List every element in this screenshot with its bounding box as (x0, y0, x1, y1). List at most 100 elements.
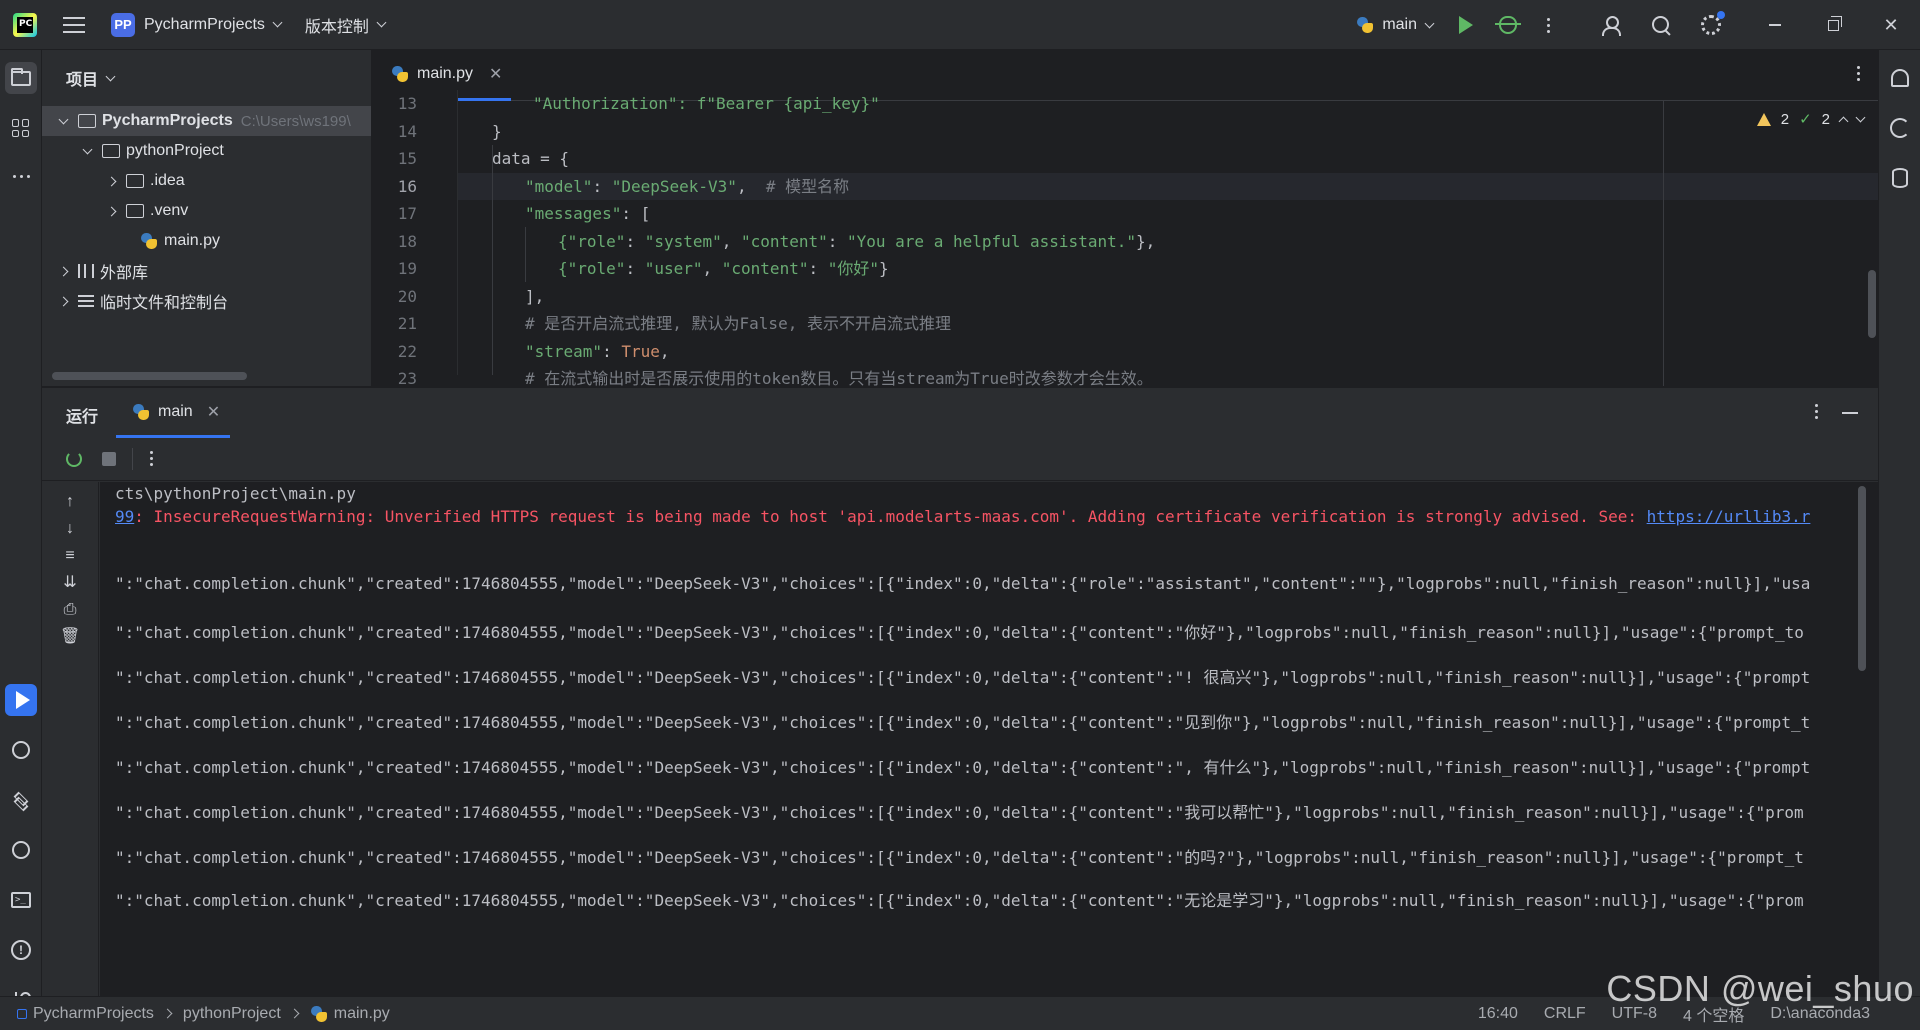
console-side-toolbar: ↑ ↓ ≡ ⇊ ⎙ 🗑 (42, 482, 99, 997)
breadcrumb-item[interactable]: PycharmProjects (33, 1005, 154, 1023)
more-tools-button[interactable] (5, 160, 37, 192)
console-output[interactable]: cts\pythonProject\main.py 99: InsecureRe… (100, 482, 1878, 997)
right-margin-guide (1663, 101, 1664, 386)
run-config-label: main (1382, 16, 1417, 33)
database-button[interactable] (1884, 162, 1916, 194)
settings-button[interactable] (1686, 0, 1736, 50)
code-area[interactable]: "Authorization": f"Bearer {api_key}" } d… (458, 90, 1878, 386)
console-scrollbar[interactable] (1858, 486, 1866, 671)
module-icon (17, 1008, 27, 1019)
layers-icon (12, 791, 30, 812)
tree-item-pythonproject[interactable]: pythonProject (42, 136, 371, 166)
console-source-link[interactable]: 99 (115, 507, 134, 526)
warning-icon (1756, 112, 1771, 126)
project-switcher[interactable]: PycharmProjects (135, 0, 283, 49)
horizontal-scrollbar[interactable] (52, 372, 247, 380)
ai-assistant-button[interactable] (1884, 112, 1916, 144)
search-button[interactable] (1636, 0, 1686, 50)
close-window-button[interactable]: ✕ (1862, 0, 1920, 50)
tree-item-venv[interactable]: .venv (42, 196, 371, 226)
tree-item-main-py[interactable]: main.py (42, 226, 371, 256)
code-line-23: # 在流式输出时是否展示使用的token数目。只有当stream为True时改参… (525, 369, 1153, 386)
editor: main.py ✕ 13 14 15 16 17 18 19 20 21 22 … (373, 50, 1878, 388)
notifications-button[interactable] (1884, 62, 1916, 94)
code-line-18: {"role": "system", "content": "You are a… (558, 231, 1156, 251)
code-with-me-button[interactable] (1586, 0, 1636, 50)
tree-item-idea[interactable]: .idea (42, 166, 371, 196)
caret-position[interactable]: 16:40 (1478, 1005, 1518, 1023)
pycharm-logo-icon[interactable]: PC (13, 12, 37, 37)
panel-title: 项目 (66, 72, 99, 89)
chevron-right-icon[interactable] (58, 296, 68, 306)
hide-panel-icon[interactable] (1842, 412, 1858, 414)
console-chunk-line: ":"chat.completion.chunk","created":1746… (115, 713, 1811, 732)
stop-icon[interactable] (102, 452, 116, 466)
scroll-to-end-icon[interactable]: ⇊ (60, 573, 80, 593)
run-options-icon[interactable] (1815, 404, 1818, 419)
run-tool-button[interactable] (5, 684, 37, 716)
tree-item-external-libraries[interactable]: 外部库 (42, 256, 371, 286)
scratches-icon (78, 294, 94, 308)
editor-scrollbar[interactable] (1868, 270, 1876, 338)
rerun-icon[interactable] (66, 451, 82, 467)
tab-run-main[interactable]: main ✕ (116, 388, 230, 438)
run-icon[interactable] (1459, 16, 1473, 34)
services-button[interactable] (5, 834, 37, 866)
scroll-up-icon[interactable]: ↑ (60, 492, 80, 512)
chevron-right-icon[interactable] (58, 266, 68, 276)
close-tab-icon[interactable]: ✕ (207, 402, 220, 422)
project-view-selector[interactable]: 项目 (66, 66, 116, 90)
ai-assistant-icon (1890, 118, 1910, 138)
debug-icon[interactable] (1495, 16, 1521, 34)
soft-wrap-icon[interactable]: ≡ (60, 546, 80, 566)
terminal-button[interactable]: >_ (5, 884, 37, 916)
print-icon[interactable]: ⎙ (60, 600, 80, 620)
more-actions-icon[interactable] (1547, 17, 1550, 33)
project-badge[interactable]: PP (111, 12, 135, 37)
services-icon (12, 841, 30, 859)
python-icon (1356, 16, 1374, 34)
console-warning-line: 99: InsecureRequestWarning: Unverified H… (115, 507, 1811, 526)
restore-button[interactable] (1804, 0, 1862, 50)
inspection-widget[interactable]: 2 ✓ 2 (1756, 110, 1866, 128)
breadcrumb-item[interactable]: pythonProject (183, 1005, 281, 1023)
editor-options-icon[interactable] (1857, 66, 1860, 81)
urllib3-link[interactable]: https://urllib3.r (1647, 507, 1811, 526)
console-chunk-line: ":"chat.completion.chunk","created":1746… (115, 848, 1804, 867)
folder-icon (126, 204, 144, 218)
console-chunk-line: ":"chat.completion.chunk","created":1746… (115, 891, 1804, 910)
scroll-down-icon[interactable]: ↓ (60, 519, 80, 539)
database-icon (1892, 168, 1908, 188)
code-line-17: "messages": [ (525, 204, 651, 223)
problems-button[interactable]: ! (5, 934, 37, 966)
minimize-button[interactable] (1746, 0, 1804, 50)
close-tab-icon[interactable]: ✕ (489, 64, 502, 84)
project-tree: PycharmProjects C:\Users\ws199\ pythonPr… (42, 106, 371, 316)
clear-console-icon[interactable]: 🗑 (60, 627, 80, 647)
chevron-down-icon[interactable] (58, 114, 68, 124)
tree-item-pycharmprojects[interactable]: PycharmProjects C:\Users\ws199\ (42, 106, 371, 136)
chevron-up-icon[interactable] (1838, 116, 1849, 126)
chevron-down-icon (1424, 18, 1435, 28)
tree-item-path: C:\Users\ws199\ (240, 112, 351, 130)
code-line-15: data = { (492, 149, 570, 168)
python-packages-button[interactable] (5, 784, 37, 816)
project-tool-button[interactable] (5, 62, 37, 94)
tree-item-label: 外部库 (100, 265, 149, 282)
chevron-right-icon[interactable] (106, 176, 116, 186)
breadcrumb-item[interactable]: main.py (334, 1005, 390, 1023)
chevron-down-icon (105, 71, 116, 81)
chevron-down-icon[interactable] (82, 144, 92, 154)
run-config-selector[interactable]: main (1356, 16, 1435, 34)
main-menu-icon[interactable] (63, 16, 85, 33)
structure-tool-button[interactable] (5, 112, 37, 144)
chevron-down-icon[interactable] (1855, 112, 1866, 122)
add-user-icon (1602, 16, 1621, 36)
python-console-button[interactable] (5, 734, 37, 766)
chevron-right-icon[interactable] (106, 206, 116, 216)
line-separator[interactable]: CRLF (1544, 1005, 1586, 1023)
vcs-menu[interactable]: 版本控制 (305, 0, 387, 49)
tree-item-scratches[interactable]: 临时文件和控制台 (42, 286, 371, 316)
chevron-right-icon (289, 1008, 300, 1019)
more-actions-icon[interactable] (150, 451, 153, 466)
